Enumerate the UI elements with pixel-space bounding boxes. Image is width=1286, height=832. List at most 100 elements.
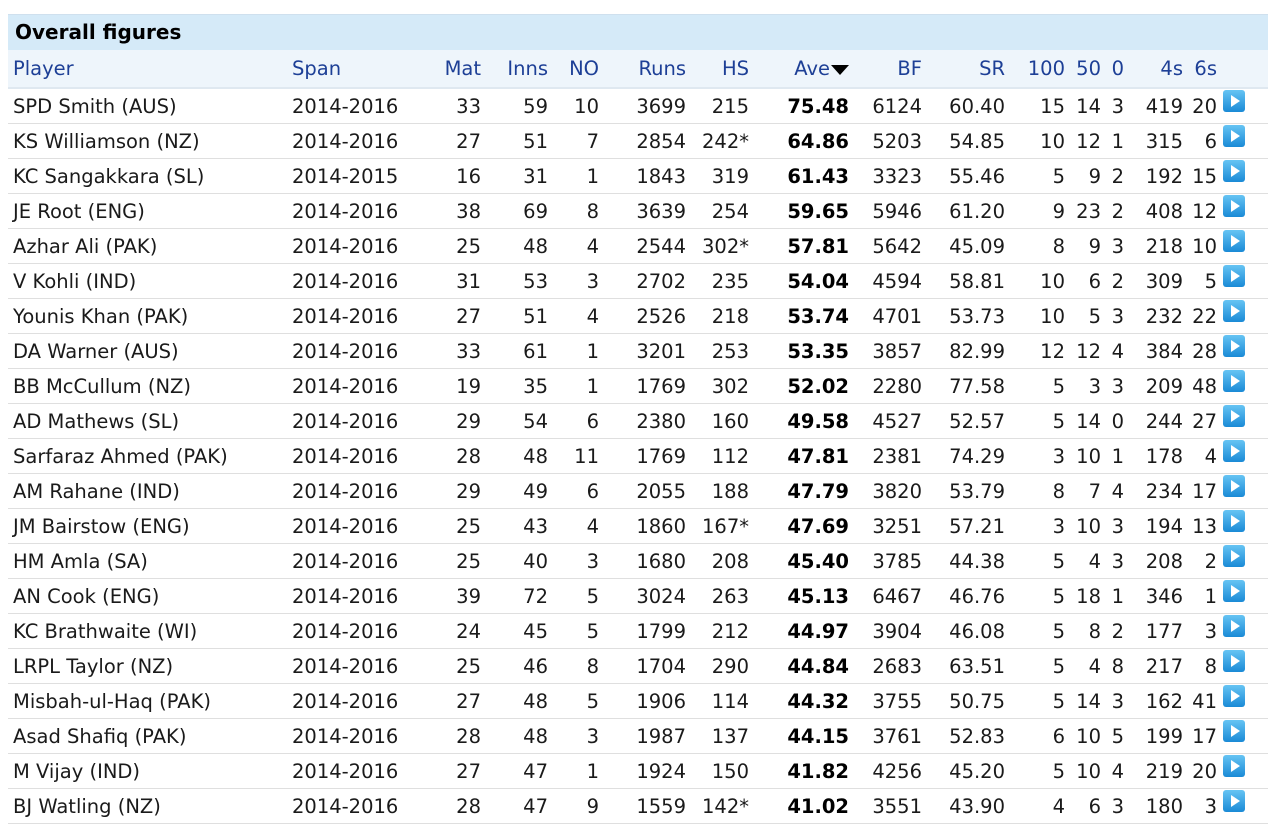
cell-runs: 2380	[599, 403, 686, 439]
cell-player: Asad Shafiq (PAK)	[8, 718, 284, 754]
cell-hs: 302*	[686, 228, 749, 264]
cell-inns: 72	[481, 578, 548, 614]
play-arrow-icon[interactable]	[1223, 230, 1245, 252]
play-arrow-icon[interactable]	[1223, 90, 1245, 112]
cell-mat: 28	[407, 788, 481, 824]
cell-sixes: 17	[1183, 718, 1217, 754]
cell-ducks: 3	[1101, 683, 1124, 719]
play-arrow-icon[interactable]	[1223, 510, 1245, 532]
cell-bf: 3761	[849, 718, 922, 754]
table-row: KC Brathwaite (WI) 2014-2016 24 45 5 1799 212 4…	[8, 613, 1268, 649]
cell-sr: 61.20	[922, 193, 1005, 229]
cell-sr: 44.38	[922, 543, 1005, 579]
cell-span: 2014-2016	[284, 263, 407, 299]
cell-no: 1	[548, 368, 599, 404]
column-header-no[interactable]: NO	[548, 50, 599, 89]
cell-ducks: 4	[1101, 753, 1124, 789]
cell-player: HM Amla (SA)	[8, 543, 284, 579]
column-header-50[interactable]: 50	[1065, 50, 1101, 89]
play-arrow-icon[interactable]	[1223, 195, 1245, 217]
cell-fifties: 14	[1065, 88, 1101, 124]
cell-mat: 24	[407, 613, 481, 649]
cell-hs: 167*	[686, 508, 749, 544]
cell-hundreds: 5	[1005, 543, 1065, 579]
column-header-mat[interactable]: Mat	[407, 50, 481, 89]
cell-hs: 290	[686, 648, 749, 684]
column-header-0[interactable]: 0	[1101, 50, 1124, 89]
cell-mat: 25	[407, 648, 481, 684]
cell-ducks: 1	[1101, 438, 1124, 474]
cell-fifties: 4	[1065, 648, 1101, 684]
cell-fours: 219	[1124, 753, 1183, 789]
cell-fifties: 10	[1065, 508, 1101, 544]
column-header-runs[interactable]: Runs	[599, 50, 686, 89]
play-arrow-icon[interactable]	[1223, 790, 1245, 812]
play-arrow-icon[interactable]	[1223, 580, 1245, 602]
cell-inns: 47	[481, 753, 548, 789]
cell-sixes: 5	[1183, 263, 1217, 299]
play-arrow-icon[interactable]	[1223, 300, 1245, 322]
cell-ducks: 8	[1101, 648, 1124, 684]
play-arrow-icon[interactable]	[1223, 545, 1245, 567]
cell-ducks: 3	[1101, 543, 1124, 579]
cell-sr: 58.81	[922, 263, 1005, 299]
cell-fours: 194	[1124, 508, 1183, 544]
cell-hundreds: 6	[1005, 718, 1065, 754]
table-row: AN Cook (ENG) 2014-2016 39 72 5 3024 263 45.13 6…	[8, 578, 1268, 614]
cell-action	[1217, 683, 1268, 719]
stats-table: Player Span Mat Inns NO Runs HS Ave BF S…	[8, 50, 1268, 824]
column-header-hs[interactable]: HS	[686, 50, 749, 89]
cell-fifties: 6	[1065, 263, 1101, 299]
cell-mat: 28	[407, 438, 481, 474]
column-header-actions	[1217, 50, 1268, 89]
play-arrow-icon[interactable]	[1223, 265, 1245, 287]
cell-mat: 25	[407, 508, 481, 544]
cell-fours: 234	[1124, 473, 1183, 509]
cell-fifties: 10	[1065, 718, 1101, 754]
play-arrow-icon[interactable]	[1223, 160, 1245, 182]
column-header-span[interactable]: Span	[284, 50, 407, 89]
play-arrow-icon[interactable]	[1223, 370, 1245, 392]
cell-action	[1217, 403, 1268, 439]
cell-no: 4	[548, 228, 599, 264]
cell-ducks: 2	[1101, 158, 1124, 194]
play-arrow-icon[interactable]	[1223, 685, 1245, 707]
cell-player: BJ Watling (NZ)	[8, 788, 284, 824]
column-header-100[interactable]: 100	[1005, 50, 1065, 89]
cell-runs: 1704	[599, 648, 686, 684]
cell-fifties: 6	[1065, 788, 1101, 824]
play-arrow-icon[interactable]	[1223, 125, 1245, 147]
cell-sixes: 20	[1183, 88, 1217, 124]
column-header-label[interactable]: Ave	[794, 57, 830, 80]
column-header-label[interactable]: Span	[284, 57, 341, 80]
cell-ducks: 3	[1101, 368, 1124, 404]
column-header-ave[interactable]: Ave	[749, 50, 849, 89]
play-arrow-icon[interactable]	[1223, 405, 1245, 427]
sort-descending-icon[interactable]	[831, 64, 849, 75]
cell-player: AN Cook (ENG)	[8, 578, 284, 614]
cell-fifties: 9	[1065, 228, 1101, 264]
column-header-player[interactable]: Player	[8, 50, 284, 89]
column-header-sr[interactable]: SR	[922, 50, 1005, 89]
column-header-bf[interactable]: BF	[849, 50, 922, 89]
table-row: Sarfaraz Ahmed (PAK) 2014-2016 28 48 11 1769 1…	[8, 438, 1268, 474]
play-arrow-icon[interactable]	[1223, 475, 1245, 497]
column-header-4s[interactable]: 4s	[1124, 50, 1183, 89]
cell-hundreds: 15	[1005, 88, 1065, 124]
play-arrow-icon[interactable]	[1223, 755, 1245, 777]
play-arrow-icon[interactable]	[1223, 615, 1245, 637]
table-row: JE Root (ENG) 2014-2016 38 69 8 3639 254 59.65 5…	[8, 193, 1268, 229]
cell-no: 7	[548, 123, 599, 159]
cell-span: 2014-2016	[284, 88, 407, 124]
cell-sr: 54.85	[922, 123, 1005, 159]
cell-ave: 44.15	[749, 718, 849, 754]
column-header-inns[interactable]: Inns	[481, 50, 548, 89]
column-header-6s[interactable]: 6s	[1183, 50, 1217, 89]
play-arrow-icon[interactable]	[1223, 440, 1245, 462]
column-header-label[interactable]: Player	[8, 57, 74, 80]
play-arrow-icon[interactable]	[1223, 650, 1245, 672]
play-arrow-icon[interactable]	[1223, 335, 1245, 357]
play-arrow-icon[interactable]	[1223, 720, 1245, 742]
cell-inns: 43	[481, 508, 548, 544]
cell-hs: 253	[686, 333, 749, 369]
